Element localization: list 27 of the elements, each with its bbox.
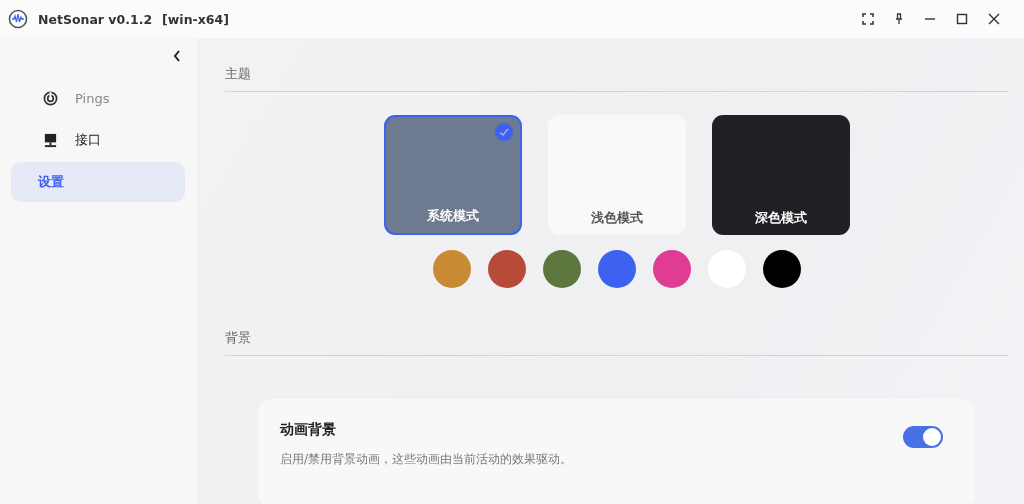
radar-icon — [43, 90, 58, 106]
monitor-icon — [43, 132, 58, 148]
color-swatch[interactable] — [542, 250, 581, 288]
sound-wave-icon — [8, 9, 28, 29]
color-swatch[interactable] — [597, 250, 636, 288]
theme-card[interactable]: 深色模式 — [711, 115, 850, 235]
setting-description: 启用/禁用背景动画，这些动画由当前活动的效果驱动。 — [280, 451, 574, 468]
window-title: NetSonar v0.1.2 — [38, 11, 153, 27]
chevron-left-icon[interactable] — [173, 50, 181, 62]
color-swatch[interactable] — [432, 250, 471, 288]
toggle-switch[interactable] — [903, 426, 943, 448]
section-heading: 背景 — [225, 330, 1008, 356]
setting-title: 动画背景 — [280, 421, 337, 439]
platform-label: [win-x64] — [162, 11, 229, 27]
theme-card[interactable]: 浅色模式 — [547, 115, 686, 235]
pin-icon[interactable] — [894, 13, 904, 25]
fullscreen-icon[interactable] — [862, 13, 874, 25]
color-swatch[interactable] — [762, 250, 801, 288]
color-swatch[interactable] — [652, 250, 691, 288]
theme-card[interactable]: 系统模式 — [383, 115, 522, 235]
section-heading: 主题 — [225, 66, 1008, 92]
sidebar-item[interactable]: 设置 — [11, 162, 185, 202]
color-swatch[interactable] — [487, 250, 526, 288]
maximize-icon[interactable] — [956, 13, 968, 25]
check-icon — [494, 123, 513, 141]
sidebar-item[interactable]: 接口 — [11, 120, 185, 160]
close-icon[interactable] — [988, 13, 1000, 25]
